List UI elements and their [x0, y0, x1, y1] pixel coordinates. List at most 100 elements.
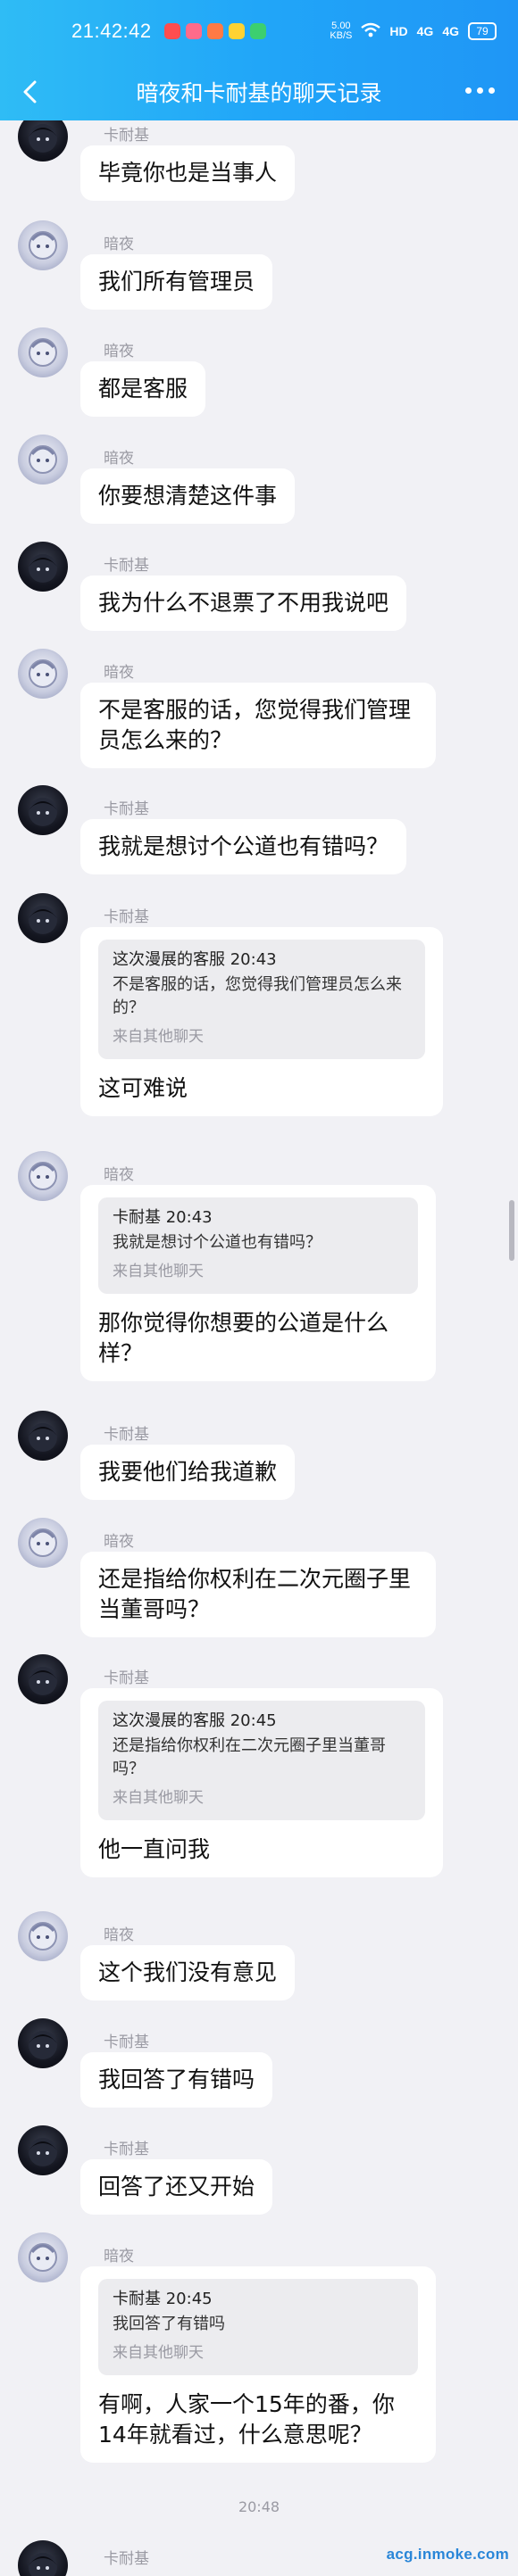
chat-history[interactable]: 卡耐基 毕竟你也是当事人 暗夜 我们所有管理员 暗夜 都是客服 暗夜 你要想清楚… — [0, 120, 518, 2576]
avatar[interactable] — [18, 435, 68, 485]
avatar[interactable] — [18, 327, 68, 377]
quote-header: 这次漫展的客服 20:45 — [113, 1711, 277, 1730]
message-text: 这可难说 — [98, 1075, 188, 1101]
notification-icons — [163, 23, 266, 39]
quote-body: 还是指给你权利在二次元圈子里当董哥吗？ — [113, 1736, 386, 1778]
avatar[interactable] — [18, 1151, 68, 1201]
avatar[interactable] — [18, 2232, 68, 2282]
message-bubble[interactable]: 你要想清楚这件事 — [80, 468, 296, 524]
quoted-message[interactable]: 这次漫展的客服 20:45 还是指给你权利在二次元圈子里当董哥吗？ 来自其他聊天 — [98, 1701, 425, 1820]
sender-name: 暗夜 — [104, 1533, 134, 1551]
avatar[interactable] — [18, 1654, 68, 1704]
avatar[interactable] — [18, 1411, 68, 1461]
message-bubble[interactable]: 都是客服 — [80, 361, 206, 417]
sender-name: 卡耐基 — [104, 557, 149, 575]
message-text: 这个我们没有意见 — [98, 1959, 278, 1985]
message-bubble[interactable]: 还是指给你权利在二次元圈子里当董哥吗？ — [80, 1552, 436, 1637]
avatar[interactable] — [18, 542, 68, 592]
back-arrow-icon[interactable] — [18, 79, 45, 105]
quote-header: 这次漫展的客服 20:43 — [113, 950, 277, 969]
sender-name: 暗夜 — [104, 1166, 134, 1184]
message-text: 我回答了有错吗 — [98, 2067, 255, 2092]
sender-name: 卡耐基 — [104, 2033, 149, 2051]
message-text: 还是指给你权利在二次元圈子里当董哥吗？ — [98, 1566, 412, 1622]
avatar[interactable] — [18, 1518, 68, 1568]
avatar[interactable] — [18, 893, 68, 943]
message-text: 我们所有管理员 — [98, 269, 255, 294]
sender-name: 暗夜 — [104, 664, 134, 682]
status-bar: 21:42:42 5.00 KB/S HD 4G 4G 79 — [0, 0, 518, 62]
quote-source: 来自其他聊天 — [113, 1263, 204, 1280]
quote-body: 我就是想讨个公道也有错吗？ — [113, 1233, 322, 1252]
battery-icon: 79 — [468, 22, 497, 40]
nav-bar: 暗夜和卡耐基的聊天记录 — [0, 62, 518, 120]
wifi-icon — [361, 22, 381, 41]
sender-name: 卡耐基 — [104, 1669, 149, 1687]
message-bubble[interactable]: 我们所有管理员 — [80, 254, 273, 310]
message-bubble[interactable]: 我就是想讨个公道也有错吗？ — [80, 819, 407, 874]
hd-label: HD — [389, 24, 408, 38]
message-text: 你要想清楚这件事 — [98, 483, 278, 509]
sender-name: 暗夜 — [104, 450, 134, 468]
avatar[interactable] — [18, 2018, 68, 2068]
notes-notification-icon — [228, 23, 245, 39]
message-text: 那你觉得你想要的公道是什么样？ — [98, 1310, 389, 1366]
quote-header: 卡耐基 20:45 — [113, 2290, 213, 2308]
message-text: 我要他们给我道歉 — [98, 1459, 278, 1485]
weibo-notification-icon — [163, 23, 180, 39]
quote-body: 不是客服的话，您觉得我们管理员怎么来的？ — [113, 975, 402, 1017]
quote-source: 来自其他聊天 — [113, 2344, 204, 2362]
quote-header: 卡耐基 20:43 — [113, 1208, 213, 1227]
message-text: 他一直问我 — [98, 1836, 211, 1862]
message-text: 毕竟你也是当事人 — [98, 160, 278, 186]
message-notification-icon — [249, 23, 266, 39]
avatar[interactable] — [18, 220, 68, 270]
scrollbar[interactable] — [509, 1200, 514, 1261]
message-bubble[interactable]: 回答了还又开始 — [80, 2159, 273, 2215]
message-text: 回答了还又开始 — [98, 2174, 255, 2199]
calendar-notification-icon — [206, 23, 223, 39]
message-bubble[interactable]: 卡耐基 20:43 我就是想讨个公道也有错吗？ 来自其他聊天 那你觉得你想要的公… — [80, 1185, 436, 1381]
page-title: 暗夜和卡耐基的聊天记录 — [136, 79, 382, 106]
quote-source: 来自其他聊天 — [113, 1789, 204, 1807]
message-bubble[interactable]: 我为什么不退票了不用我说吧 — [80, 576, 407, 631]
quoted-message[interactable]: 这次漫展的客服 20:43 不是客服的话，您觉得我们管理员怎么来的？ 来自其他聊… — [98, 940, 425, 1059]
avatar[interactable] — [18, 2125, 68, 2175]
avatar[interactable] — [18, 2540, 68, 2576]
net-speed: 5.00 KB/S — [330, 21, 353, 41]
message-bubble[interactable]: 这次漫展的客服 20:45 还是指给你权利在二次元圈子里当董哥吗？ 来自其他聊天… — [80, 1688, 443, 1877]
message-bubble[interactable]: 这次漫展的客服 20:43 不是客服的话，您觉得我们管理员怎么来的？ 来自其他聊… — [80, 927, 443, 1116]
sender-name: 卡耐基 — [104, 908, 149, 926]
message-bubble[interactable]: 不是客服的话，您觉得我们管理员怎么来的？ — [80, 683, 436, 768]
sender-name: 暗夜 — [104, 236, 134, 253]
quote-source: 来自其他聊天 — [113, 1028, 204, 1046]
message-text: 都是客服 — [98, 376, 188, 402]
signal-2-icon: 4G — [442, 24, 459, 38]
message-bubble[interactable]: 我回答了有错吗 — [80, 2052, 273, 2108]
quote-body: 我回答了有错吗 — [113, 2315, 225, 2333]
watermark: acg.inmoke.com — [386, 2546, 509, 2563]
quoted-message[interactable]: 卡耐基 20:43 我就是想讨个公道也有错吗？ 来自其他聊天 — [98, 1197, 418, 1294]
sender-name: 暗夜 — [104, 343, 134, 360]
timestamp-divider: 20:48 — [238, 2498, 280, 2515]
status-time: 21:42:42 — [71, 20, 152, 42]
sender-name: 卡耐基 — [104, 2550, 149, 2568]
status-indicators: 5.00 KB/S HD 4G 4G 79 — [330, 21, 497, 41]
sender-name: 卡耐基 — [104, 1426, 149, 1444]
sender-name: 暗夜 — [104, 1926, 134, 1944]
sender-name: 卡耐基 — [104, 800, 149, 818]
message-bubble[interactable]: 这个我们没有意见 — [80, 1945, 296, 2000]
quoted-message[interactable]: 卡耐基 20:45 我回答了有错吗 来自其他聊天 — [98, 2279, 418, 2375]
message-bubble[interactable]: 我要他们给我道歉 — [80, 1445, 296, 1500]
message-bubble[interactable]: 毕竟你也是当事人 — [80, 145, 296, 201]
avatar[interactable] — [18, 1911, 68, 1961]
avatar[interactable] — [18, 649, 68, 699]
avatar[interactable] — [18, 785, 68, 835]
avatar[interactable] — [18, 120, 68, 162]
signal-1-icon: 4G — [416, 24, 434, 38]
more-options-icon[interactable] — [465, 87, 495, 94]
message-bubble[interactable]: 卡耐基 20:45 我回答了有错吗 来自其他聊天 有啊，人家一个15年的番，你1… — [80, 2266, 436, 2463]
sender-name: 卡耐基 — [104, 127, 149, 145]
message-text: 我就是想讨个公道也有错吗？ — [98, 833, 389, 859]
message-text: 我为什么不退票了不用我说吧 — [98, 590, 389, 616]
